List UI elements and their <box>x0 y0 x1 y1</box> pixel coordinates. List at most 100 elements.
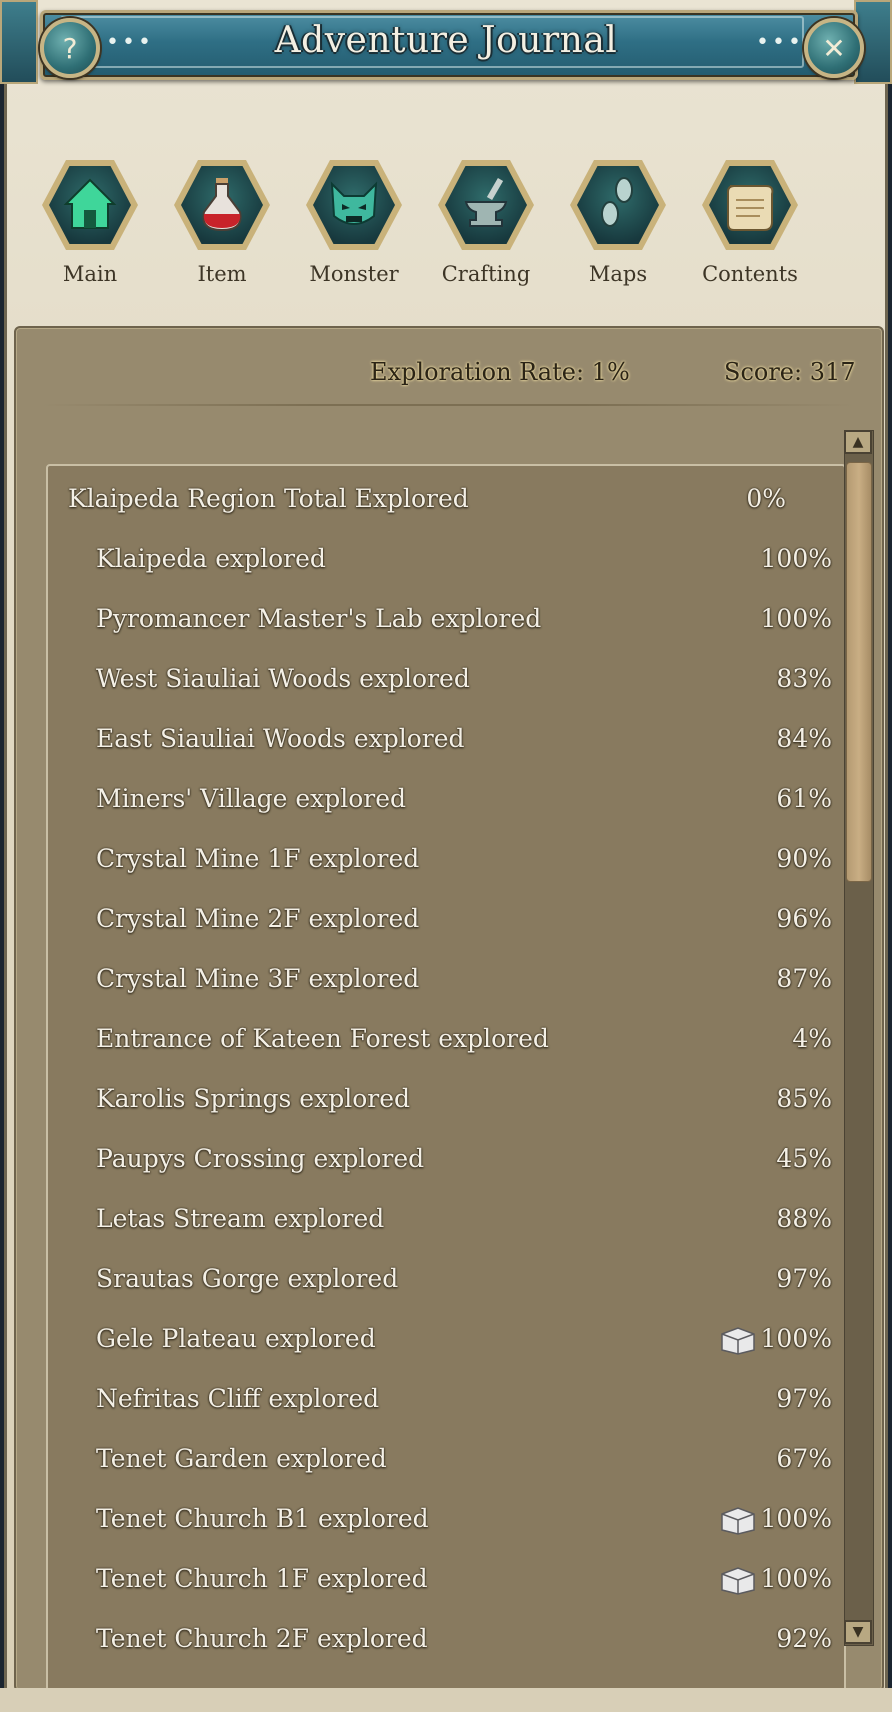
area-pct: 88% <box>776 1204 832 1233</box>
area-pct: 100% <box>760 1504 832 1533</box>
area-pct: 83% <box>776 664 832 693</box>
area-name: Entrance of Kateen Forest explored <box>96 1024 549 1053</box>
region-name: Klaipeda Region <box>68 484 276 513</box>
close-icon: ✕ <box>822 31 846 65</box>
area-pct: 4% <box>792 1024 832 1053</box>
area-row[interactable]: Klaipeda explored 100% <box>48 540 844 580</box>
area-name: Letas Stream explored <box>96 1204 385 1233</box>
tab-monster-label: Monster <box>309 262 399 286</box>
area-row[interactable]: Nefritas Cliff explored 97% <box>48 1380 844 1420</box>
window-bottom-edge <box>0 1688 892 1712</box>
scrollbar-thumb[interactable] <box>846 462 872 882</box>
area-name: Crystal Mine 2F explored <box>96 904 420 933</box>
area-row[interactable]: Paupys Crossing explored 45% <box>48 1140 844 1180</box>
area-row[interactable]: Crystal Mine 1F explored 90% <box>48 840 844 880</box>
exploration-list: Klaipeda Region Total Explored 0% Klaipe… <box>46 464 846 1692</box>
area-name: Crystal Mine 1F explored <box>96 844 420 873</box>
tab-item[interactable]: Item <box>162 160 282 286</box>
area-name: West Siauliai Woods explored <box>96 664 470 693</box>
area-row[interactable]: Crystal Mine 3F explored 87% <box>48 960 844 1000</box>
area-pct: 45% <box>776 1144 832 1173</box>
area-name: Klaipeda explored <box>96 544 326 573</box>
exploration-panel: Exploration Rate: 1% Score: 317 Klaipeda… <box>14 326 884 1692</box>
exploration-rate: Exploration Rate: 1% <box>370 358 630 386</box>
help-button[interactable]: ? <box>40 18 100 78</box>
treasure-chest-icon <box>721 1507 755 1535</box>
area-pct: 61% <box>776 784 832 813</box>
area-pct: 85% <box>776 1084 832 1113</box>
title-bar: ••• ••• Adventure Journal ? ✕ <box>0 0 892 84</box>
area-pct: 100% <box>760 604 832 633</box>
area-name: Miners' Village explored <box>96 784 407 813</box>
area-row[interactable]: West Siauliai Woods explored 83% <box>48 660 844 700</box>
area-name: Tenet Church 1F explored <box>96 1564 428 1593</box>
area-row[interactable]: Miners' Village explored 61% <box>48 780 844 820</box>
area-row[interactable]: Karolis Springs explored 85% <box>48 1080 844 1120</box>
tab-crafting[interactable]: Crafting <box>426 160 546 286</box>
area-pct: 67% <box>776 1444 832 1473</box>
arrow-down-icon: ▼ <box>852 1624 864 1640</box>
window-title: Adventure Journal <box>274 20 618 61</box>
monster-icon <box>330 181 378 225</box>
anvil-icon <box>464 177 508 227</box>
area-row[interactable]: Tenet Garden explored 67% <box>48 1440 844 1480</box>
area-row[interactable]: East Siauliai Woods explored 84% <box>48 720 844 760</box>
area-row[interactable]: Letas Stream explored 88% <box>48 1200 844 1240</box>
area-name: Tenet Church 2F explored <box>96 1624 428 1653</box>
journal-tabs: Main Item Monster Crafting Maps Contents <box>30 160 870 300</box>
tab-item-label: Item <box>197 262 247 286</box>
house-icon <box>63 178 117 229</box>
scroll-icon <box>727 185 774 231</box>
scroll-up-button[interactable]: ▲ <box>844 430 872 454</box>
tab-maps[interactable]: Maps <box>558 160 678 286</box>
area-name: East Siauliai Woods explored <box>96 724 465 753</box>
area-pct: 97% <box>776 1384 832 1413</box>
area-name: Tenet Garden explored <box>96 1444 387 1473</box>
area-pct: 84% <box>776 724 832 753</box>
potion-icon <box>202 178 242 232</box>
area-row[interactable]: Gele Plateau explored 100% <box>48 1320 844 1360</box>
area-row[interactable]: Crystal Mine 2F explored 96% <box>48 900 844 940</box>
area-row[interactable]: Tenet Church 2F explored 92% <box>48 1620 844 1660</box>
area-row[interactable]: Srautas Gorge explored 97% <box>48 1260 844 1300</box>
area-pct: 92% <box>776 1624 832 1653</box>
area-pct: 100% <box>760 1564 832 1593</box>
region-total-row[interactable]: Klaipeda Region Total Explored 0% <box>48 480 844 520</box>
score: Score: 317 <box>724 358 856 386</box>
footprints-icon <box>601 177 633 227</box>
area-name: Karolis Springs explored <box>96 1084 411 1113</box>
treasure-chest-icon <box>721 1327 755 1355</box>
area-name: Gele Plateau explored <box>96 1324 376 1353</box>
area-row[interactable]: Tenet Church B1 explored 100% <box>48 1500 844 1540</box>
treasure-chest-icon <box>721 1567 755 1595</box>
region-total-pct: 0% <box>746 484 786 513</box>
area-name: Pyromancer Master's Lab explored <box>96 604 542 633</box>
area-row[interactable]: Tenet Church 1F explored 100% <box>48 1560 844 1600</box>
region-total-label: Total Explored <box>283 484 469 513</box>
area-name: Tenet Church B1 explored <box>96 1504 429 1533</box>
tab-contents[interactable]: Contents <box>690 160 810 286</box>
tab-crafting-label: Crafting <box>441 262 531 286</box>
area-pct: 100% <box>760 1324 832 1353</box>
help-icon: ? <box>62 31 78 65</box>
area-pct: 96% <box>776 904 832 933</box>
area-pct: 87% <box>776 964 832 993</box>
arrow-up-icon: ▲ <box>852 434 864 450</box>
tab-main-label: Main <box>62 262 118 286</box>
area-name: Nefritas Cliff explored <box>96 1384 380 1413</box>
area-pct: 90% <box>776 844 832 873</box>
area-pct: 97% <box>776 1264 832 1293</box>
tab-contents-label: Contents <box>702 262 798 286</box>
area-row[interactable]: Entrance of Kateen Forest explored 4% <box>48 1020 844 1060</box>
area-name: Paupys Crossing explored <box>96 1144 425 1173</box>
close-button[interactable]: ✕ <box>804 18 864 78</box>
tab-monster[interactable]: Monster <box>294 160 414 286</box>
tab-maps-label: Maps <box>588 262 648 286</box>
tab-main[interactable]: Main <box>30 160 150 286</box>
divider <box>42 404 854 406</box>
area-name: Crystal Mine 3F explored <box>96 964 420 993</box>
area-name: Srautas Gorge explored <box>96 1264 399 1293</box>
area-pct: 100% <box>760 544 832 573</box>
scroll-down-button[interactable]: ▼ <box>844 1620 872 1644</box>
area-row[interactable]: Pyromancer Master's Lab explored 100% <box>48 600 844 640</box>
